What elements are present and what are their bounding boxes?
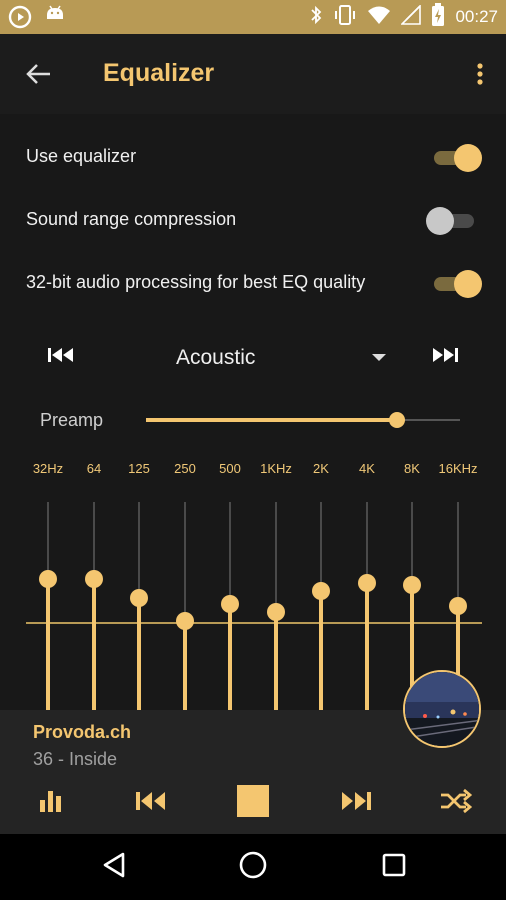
stop-button[interactable]	[229, 783, 277, 823]
home-circle-icon	[238, 850, 268, 885]
skip-previous-icon	[133, 787, 171, 820]
preamp-label: Preamp	[40, 410, 104, 430]
previous-preset-button[interactable]	[44, 342, 80, 370]
android-icon	[44, 5, 66, 34]
bluetooth-icon	[309, 4, 323, 31]
signal-icon	[400, 3, 422, 30]
wifi-icon	[367, 5, 391, 30]
nav-back-button[interactable]	[94, 847, 134, 887]
previous-track-button[interactable]	[128, 783, 176, 823]
eq-band-slider[interactable]	[127, 502, 151, 710]
nav-recents-button[interactable]	[374, 847, 414, 887]
recents-square-icon	[381, 852, 407, 883]
eq-band-thumb[interactable]	[176, 612, 194, 630]
setting-32bit-processing[interactable]: 32-bit audio processing for best EQ qual…	[0, 256, 506, 312]
setting-label: Use equalizer	[26, 146, 137, 166]
track-title: 36 - Inside	[33, 749, 118, 769]
preset-dropdown[interactable]: Acoustic	[170, 338, 400, 378]
status-time: 00:27	[455, 7, 498, 26]
eq-band-slider[interactable]	[82, 502, 106, 710]
status-bar: 00:27	[0, 0, 506, 34]
preamp-slider[interactable]	[146, 408, 460, 432]
overflow-menu-button[interactable]	[470, 58, 490, 90]
eq-band-slider[interactable]	[309, 502, 333, 710]
preamp-slider-thumb[interactable]	[389, 412, 406, 428]
eq-band-label: 16KHz	[438, 461, 478, 476]
shuffle-button[interactable]	[431, 783, 479, 823]
eq-band-thumb[interactable]	[130, 589, 148, 607]
setting-use-equalizer[interactable]: Use equalizer	[0, 130, 506, 186]
eq-band-slider[interactable]	[173, 502, 197, 710]
eq-band-thumb[interactable]	[449, 597, 467, 615]
page-title: Equalizer	[103, 59, 215, 87]
eq-band-thumb[interactable]	[267, 603, 285, 621]
setting-label: 32-bit audio processing for best EQ qual…	[26, 272, 366, 292]
vibrate-icon	[333, 4, 357, 31]
dropdown-caret-icon	[372, 354, 386, 361]
app-bar: Equalizer	[0, 34, 506, 114]
equalizer-icon	[37, 788, 65, 819]
eq-band-slider[interactable]	[355, 502, 379, 710]
back-button[interactable]	[20, 58, 60, 90]
equalizer-button[interactable]	[27, 783, 75, 823]
eq-band-thumb[interactable]	[221, 595, 239, 613]
eq-band-thumb[interactable]	[312, 582, 330, 600]
eq-band-slider[interactable]	[264, 502, 288, 710]
track-artist: Provoda.ch	[33, 722, 132, 742]
setting-label: Sound range compression	[26, 209, 237, 229]
sound-range-compression-toggle[interactable]	[426, 207, 478, 235]
eq-band-slider[interactable]	[36, 502, 60, 710]
stop-icon	[236, 784, 270, 823]
equalizer-content: Use equalizer Sound range compression 32…	[0, 114, 506, 710]
battery-charging-icon	[431, 2, 445, 32]
more-vert-icon	[470, 63, 490, 94]
skip-next-icon	[426, 348, 462, 374]
preset-row: Acoustic	[0, 330, 506, 384]
skip-previous-icon	[44, 348, 80, 374]
back-triangle-icon	[101, 851, 127, 884]
nav-home-button[interactable]	[233, 847, 273, 887]
eq-band-thumb[interactable]	[39, 570, 57, 588]
next-preset-button[interactable]	[426, 342, 462, 370]
shuffle-icon	[438, 787, 473, 820]
arrow-left-icon	[20, 64, 60, 94]
setting-sound-range-compression[interactable]: Sound range compression	[0, 193, 506, 249]
preset-name: Acoustic	[176, 346, 256, 369]
eq-band-thumb[interactable]	[358, 574, 376, 592]
eq-band-thumb[interactable]	[85, 570, 103, 588]
preamp-row: Preamp	[0, 400, 506, 440]
use-equalizer-toggle[interactable]	[430, 144, 482, 172]
next-track-button[interactable]	[331, 783, 379, 823]
album-art[interactable]	[403, 670, 481, 748]
play-circle-icon	[8, 5, 32, 34]
32bit-processing-toggle[interactable]	[430, 270, 482, 298]
system-nav-bar	[0, 834, 506, 900]
skip-next-icon	[336, 787, 374, 820]
eq-band-thumb[interactable]	[403, 576, 421, 594]
eq-band-slider[interactable]	[218, 502, 242, 710]
